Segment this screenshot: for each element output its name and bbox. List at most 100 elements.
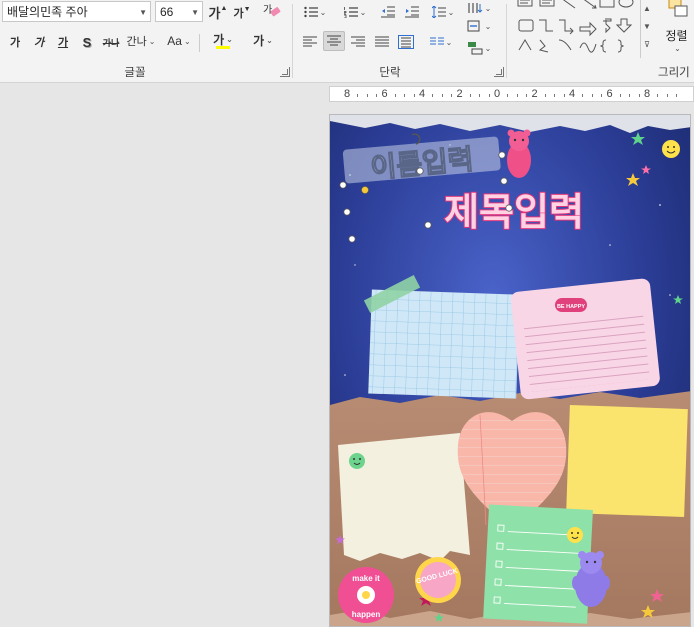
smartart-button[interactable]: ⌄ <box>466 38 492 58</box>
cream-note <box>338 433 470 561</box>
numbered-list-icon <box>343 7 358 18</box>
line-spacing-button[interactable]: ⌄ <box>428 2 458 22</box>
ruler-minor-tick <box>526 94 528 97</box>
align-right-button[interactable] <box>348 32 368 52</box>
ruler-tick-label: 2 <box>456 88 463 100</box>
ruler-minor-tick <box>591 94 593 97</box>
ruler-minor-tick <box>479 94 481 97</box>
yellow-adjust-handle <box>360 186 369 195</box>
increase-indent-button[interactable] <box>402 2 422 22</box>
decrease-indent-button[interactable] <box>378 2 398 22</box>
justify-icon <box>375 36 389 47</box>
bullets-button[interactable]: ⌄ <box>300 2 330 22</box>
smiley-sticker-top <box>662 140 680 158</box>
highlight-swatch <box>216 46 230 49</box>
be-happy-sticker: BE HAPPY <box>555 298 587 312</box>
document-page[interactable]: BE HAPPY GOOD LUCK make it happen 이름입력 제… <box>329 114 691 627</box>
clear-formatting-button[interactable]: 가 <box>260 1 284 21</box>
shapes-gallery[interactable] <box>514 0 642 58</box>
font-name-value: 배달의민족 주아 <box>7 5 88 19</box>
horizontal-ruler[interactable]: 8 6 4 2 0 2 4 6 8 <box>329 86 694 102</box>
ruler-minor-tick <box>563 94 565 97</box>
align-center-icon <box>327 35 341 46</box>
ruler-minor-tick <box>366 94 368 97</box>
grid-note <box>368 289 520 399</box>
svg-text:가: 가 <box>263 4 272 16</box>
ruler-minor-tick <box>404 94 406 97</box>
font-size-combo[interactable]: 66 ▼ <box>155 1 203 22</box>
strikethrough-button[interactable]: 가나 <box>101 32 121 52</box>
align-center-button[interactable] <box>323 31 345 51</box>
numbering-button[interactable]: ⌄ <box>340 2 370 22</box>
shrink-font-button[interactable]: 가 ▼ <box>232 3 252 23</box>
ruler-tick-label: 4 <box>569 88 576 100</box>
grow-font-button[interactable]: 가 ▲ <box>208 2 228 22</box>
distributed-button[interactable] <box>396 32 416 52</box>
columns-button[interactable]: ⌄ <box>426 32 456 52</box>
font-name-combo[interactable]: 배달의민족 주아 ▼ <box>2 1 151 22</box>
highlight-color-button[interactable]: 가 ⌄ <box>206 30 240 50</box>
ruler-minor-tick <box>432 94 434 97</box>
shapes-gallery-icons <box>517 0 634 53</box>
font-color-button[interactable]: 가 ⌄ <box>246 30 280 50</box>
bold-button[interactable]: 가 <box>6 32 24 52</box>
smiley-sticker-yellow <box>567 527 583 543</box>
ruler-minor-tick <box>507 94 509 97</box>
underline-button[interactable]: 가 <box>54 32 72 52</box>
ruler-tick-label: 8 <box>344 88 351 100</box>
distributed-icon <box>398 35 414 49</box>
ruler-minor-tick <box>676 94 678 97</box>
arrange-button[interactable]: 정렬 ⌄ <box>659 0 694 53</box>
arrange-label: 정렬 <box>665 29 688 43</box>
paragraph-group-label: 단락 <box>379 67 401 79</box>
ruler-minor-tick <box>451 94 453 97</box>
ruler-minor-tick <box>601 94 603 97</box>
yellow-note <box>566 404 688 518</box>
shapes-gallery-scroll[interactable]: ▲ ▼ ⊽ <box>640 0 653 58</box>
ruler-minor-tick <box>357 94 359 97</box>
align-left-button[interactable] <box>300 32 320 52</box>
ribbon: 배달의민족 주아 ▼ 66 ▼ 가 ▲ 가 ▼ 가 가 가 가 S 가나 간나 ⌄ A… <box>0 0 694 83</box>
font-dialog-launcher[interactable] <box>280 67 290 77</box>
poster-artwork: BE HAPPY GOOD LUCK make it happen 이름입력 제… <box>330 115 690 626</box>
svg-text:happen: happen <box>352 610 381 619</box>
align-left-icon <box>303 36 317 47</box>
ruler-minor-tick <box>516 94 518 97</box>
align-right-icon <box>351 36 365 47</box>
character-spacing-button[interactable]: 간나 ⌄ <box>124 31 158 51</box>
columns-icon <box>429 37 444 45</box>
ruler-tick-label: 2 <box>531 88 538 100</box>
ruler-tick-label: 8 <box>644 88 651 100</box>
svg-text:make it: make it <box>352 574 380 583</box>
chevron-down-icon: ▼ <box>191 8 199 17</box>
ruler-minor-tick <box>554 94 556 97</box>
ruler-minor-tick <box>413 94 415 97</box>
make-it-happen-sticker: make it happen <box>338 567 394 623</box>
ruler-minor-tick <box>582 94 584 97</box>
ruler-minor-tick <box>469 94 471 97</box>
green-checklist-note <box>483 504 593 624</box>
ruler-minor-tick <box>657 94 659 97</box>
arrange-icon <box>668 0 687 17</box>
italic-button[interactable]: 가 <box>30 32 48 52</box>
ruler-tick-label: 0 <box>494 88 501 100</box>
paragraph-dialog-launcher[interactable] <box>494 67 504 77</box>
poster-title: 제목입력 <box>444 190 584 234</box>
drawing-group-label: 그리기 <box>658 67 690 79</box>
ruler-minor-tick <box>619 94 621 97</box>
align-text-button[interactable]: ⌄ <box>466 16 492 36</box>
pink-note <box>510 278 660 400</box>
ruler-minor-tick <box>638 94 640 97</box>
ruler-tick-label: 4 <box>419 88 426 100</box>
divider <box>506 4 507 78</box>
justify-button[interactable] <box>372 32 392 52</box>
change-case-button[interactable]: Aa ⌄ <box>163 31 195 51</box>
ruler-minor-tick <box>376 94 378 97</box>
ruler-minor-tick <box>666 94 668 97</box>
increase-indent-icon <box>405 6 419 18</box>
svg-text:BE HAPPY: BE HAPPY <box>557 304 585 310</box>
divider <box>292 4 293 78</box>
shadow-button[interactable]: S <box>78 32 96 52</box>
align-text-icon <box>467 20 480 32</box>
ruler-tick-label: 6 <box>381 88 388 100</box>
